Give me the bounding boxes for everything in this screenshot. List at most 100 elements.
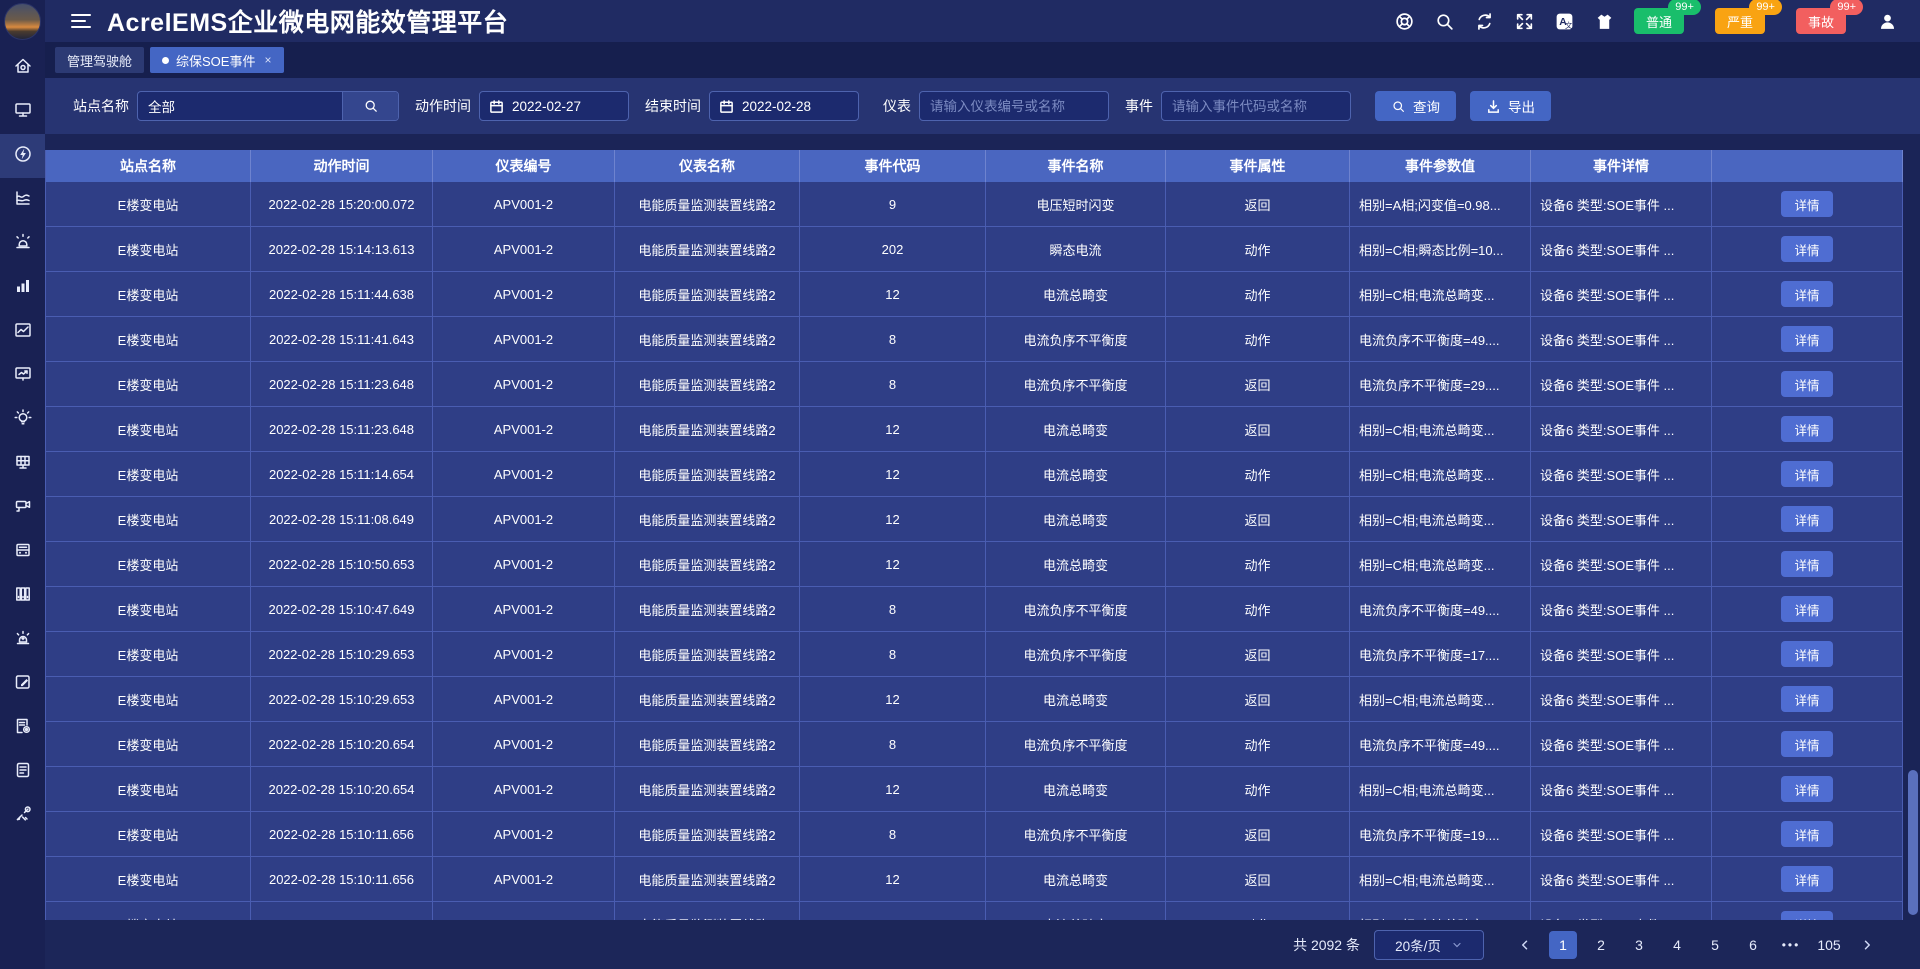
page-button-5[interactable]: 5 bbox=[1701, 931, 1729, 959]
avatar[interactable] bbox=[4, 3, 41, 40]
export-button-label: 导出 bbox=[1508, 96, 1535, 116]
user-icon[interactable] bbox=[1877, 11, 1898, 32]
sidebar-item-monitor-trend[interactable] bbox=[0, 354, 45, 398]
sidebar-item-trend-report[interactable] bbox=[0, 178, 45, 222]
alarm-severe-count-badge: 99+ bbox=[1749, 0, 1782, 15]
bar-chart-icon bbox=[13, 276, 33, 301]
table-cell: 动作 bbox=[1166, 722, 1350, 766]
detail-button[interactable]: 详情 bbox=[1781, 821, 1833, 847]
event-input[interactable] bbox=[1161, 91, 1351, 121]
help-ring-icon[interactable] bbox=[1394, 11, 1415, 32]
table-cell: 2022-02-28 15:10:29.653 bbox=[251, 632, 433, 676]
table-cell: 设备6 类型:SOE事件 ... bbox=[1531, 362, 1712, 406]
detail-button[interactable]: 详情 bbox=[1781, 281, 1833, 307]
sidebar-item-home[interactable] bbox=[0, 46, 45, 90]
table-cell: 电流总畸变 bbox=[986, 902, 1166, 920]
page-button-105[interactable]: 105 bbox=[1815, 931, 1843, 959]
table-cell: 相别=C相;电流总畸变... bbox=[1350, 767, 1531, 811]
detail-button[interactable]: 详情 bbox=[1781, 641, 1833, 667]
detail-button[interactable]: 详情 bbox=[1781, 551, 1833, 577]
prev-page-button[interactable] bbox=[1511, 931, 1539, 959]
sidebar-item-solar[interactable] bbox=[0, 442, 45, 486]
column-header: 事件属性 bbox=[1166, 150, 1350, 182]
detail-button[interactable]: 详情 bbox=[1781, 776, 1833, 802]
detail-button[interactable]: 详情 bbox=[1781, 371, 1833, 397]
table-row: E楼变电站2022-02-28 15:10:11.656APV001-2电能质量… bbox=[46, 857, 1903, 902]
page-button-2[interactable]: 2 bbox=[1587, 931, 1615, 959]
camera-icon bbox=[13, 496, 33, 521]
sidebar-item-monitor[interactable] bbox=[0, 90, 45, 134]
sidebar-item-report[interactable] bbox=[0, 750, 45, 794]
table-cell: 动作 bbox=[1166, 587, 1350, 631]
start-date-picker[interactable]: 2022-02-27 bbox=[479, 91, 629, 121]
table-cell: 电流负序不平衡度 bbox=[986, 362, 1166, 406]
table-cell: 返回 bbox=[1166, 677, 1350, 721]
detail-button[interactable]: 详情 bbox=[1781, 461, 1833, 487]
sidebar-item-edit[interactable] bbox=[0, 662, 45, 706]
page-ellipsis[interactable]: ••• bbox=[1777, 931, 1805, 959]
detail-button[interactable]: 详情 bbox=[1781, 911, 1833, 920]
column-header: 事件名称 bbox=[986, 150, 1166, 182]
tab-dashboard[interactable]: 管理驾驶舱 bbox=[55, 47, 144, 73]
table-cell: 动作 bbox=[1166, 542, 1350, 586]
sidebar-item-bar-chart[interactable] bbox=[0, 266, 45, 310]
table-cell: E楼变电站 bbox=[46, 272, 251, 316]
detail-button[interactable]: 详情 bbox=[1781, 191, 1833, 217]
theme-icon[interactable] bbox=[1594, 11, 1615, 32]
query-button[interactable]: 查询 bbox=[1375, 91, 1456, 121]
next-page-button[interactable] bbox=[1853, 931, 1881, 959]
detail-button[interactable]: 详情 bbox=[1781, 686, 1833, 712]
alarm-filter-normal[interactable]: 普通 99+ bbox=[1634, 8, 1684, 34]
sidebar-item-archive[interactable] bbox=[0, 574, 45, 618]
menu-toggle-icon[interactable] bbox=[71, 10, 91, 32]
sidebar-item-energy[interactable] bbox=[0, 134, 45, 178]
maintenance-icon bbox=[13, 804, 33, 829]
detail-button[interactable]: 详情 bbox=[1781, 596, 1833, 622]
detail-button[interactable]: 详情 bbox=[1781, 416, 1833, 442]
sidebar-item-maintenance[interactable] bbox=[0, 794, 45, 838]
sidebar-item-camera[interactable] bbox=[0, 486, 45, 530]
sidebar-item-alarm-light[interactable] bbox=[0, 618, 45, 662]
tab-soe-events[interactable]: 综保SOE事件 × bbox=[150, 47, 283, 73]
table-cell: 电流负序不平衡度=49.... bbox=[1350, 587, 1531, 631]
table-cell: 设备6 类型:SOE事件 ... bbox=[1531, 317, 1712, 361]
page-button-3[interactable]: 3 bbox=[1625, 931, 1653, 959]
sidebar-item-line-chart[interactable] bbox=[0, 310, 45, 354]
sidebar-item-alarm[interactable] bbox=[0, 222, 45, 266]
alarm-filter-accident[interactable]: 事故 99+ bbox=[1796, 8, 1846, 34]
table-cell: 电流总畸变 bbox=[986, 767, 1166, 811]
page-button-1[interactable]: 1 bbox=[1549, 931, 1577, 959]
close-icon[interactable]: × bbox=[264, 53, 271, 67]
fullscreen-icon[interactable] bbox=[1514, 11, 1535, 32]
page-button-6[interactable]: 6 bbox=[1739, 931, 1767, 959]
meter-input[interactable] bbox=[919, 91, 1109, 121]
page-size-select[interactable]: 20条/页 bbox=[1374, 930, 1484, 960]
translate-icon[interactable]: A文 bbox=[1554, 11, 1575, 32]
vertical-scrollbar[interactable] bbox=[1906, 150, 1920, 920]
detail-button[interactable]: 详情 bbox=[1781, 326, 1833, 352]
start-date-value: 2022-02-27 bbox=[512, 99, 581, 114]
detail-button[interactable]: 详情 bbox=[1781, 866, 1833, 892]
sidebar-item-device[interactable] bbox=[0, 530, 45, 574]
table-cell: APV001-2 bbox=[433, 677, 615, 721]
sidebar-item-config[interactable] bbox=[0, 706, 45, 750]
table-cell: 12 bbox=[800, 542, 986, 586]
alarm-filter-severe[interactable]: 严重 99+ bbox=[1715, 8, 1765, 34]
table-cell: 电流总畸变 bbox=[986, 542, 1166, 586]
search-icon[interactable] bbox=[1434, 11, 1455, 32]
table-cell: APV001-2 bbox=[433, 767, 615, 811]
refresh-icon[interactable] bbox=[1474, 11, 1495, 32]
table-cell: 电流负序不平衡度=49.... bbox=[1350, 722, 1531, 766]
scrollbar-thumb[interactable] bbox=[1908, 770, 1918, 915]
end-date-picker[interactable]: 2022-02-28 bbox=[709, 91, 859, 121]
sidebar-item-energy-saving[interactable] bbox=[0, 398, 45, 442]
detail-button[interactable]: 详情 bbox=[1781, 731, 1833, 757]
page-button-4[interactable]: 4 bbox=[1663, 931, 1691, 959]
site-select[interactable]: 全部 bbox=[137, 91, 399, 121]
table-cell-actions: 详情 bbox=[1712, 362, 1903, 406]
column-header bbox=[1712, 150, 1903, 182]
site-search-button[interactable] bbox=[342, 92, 398, 120]
export-button[interactable]: 导出 bbox=[1470, 91, 1551, 121]
detail-button[interactable]: 详情 bbox=[1781, 506, 1833, 532]
detail-button[interactable]: 详情 bbox=[1781, 236, 1833, 262]
